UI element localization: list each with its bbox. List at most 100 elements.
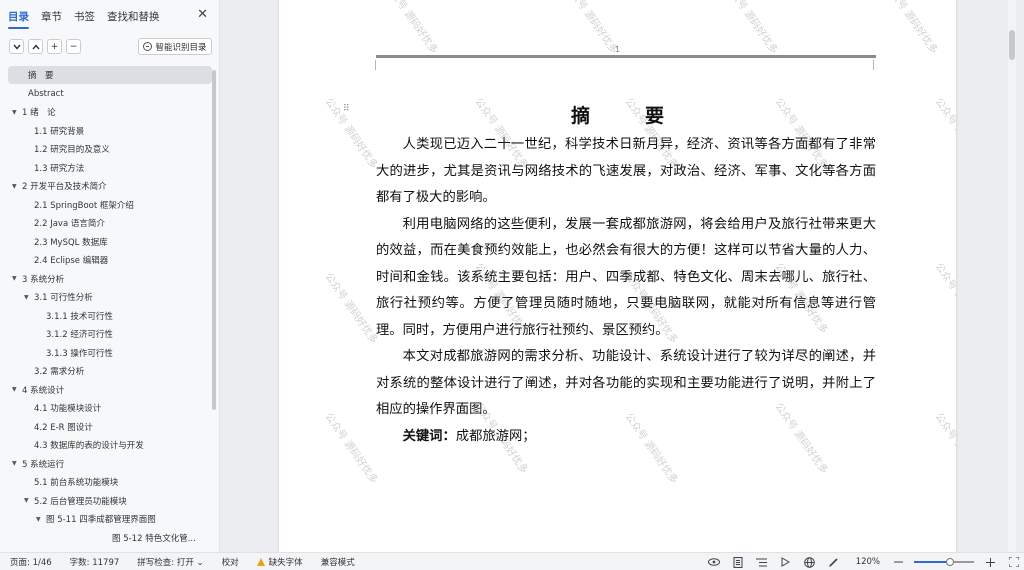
margin-corner-mark [375,60,385,70]
tab-find-replace[interactable]: 查找和替换 [107,9,160,24]
proofread-button[interactable]: 校对 [222,556,239,568]
expand-caret-icon[interactable]: ▼ [12,183,17,190]
toc-item-label: Abstract [28,88,64,99]
toc-item[interactable]: 5.1 前台系统功能模块 [0,473,210,491]
toc-item-label: 图 5-12 特色文化管... [112,533,196,544]
fullscreen-icon[interactable] [1008,556,1020,568]
toc-item-label: 4.1 功能模块设计 [34,404,102,414]
toc-item-label: 3.2 需求分析 [34,367,85,377]
toc-item[interactable]: 3.1.3 操作可行性 [0,344,210,362]
collapse-all-button[interactable] [9,39,24,54]
document-scrollbar[interactable] [1008,0,1016,552]
toc-item-label: 2.2 Java 语言简介 [34,219,105,229]
expand-caret-icon[interactable]: ▼ [36,516,41,523]
chevron-down-icon [12,44,21,50]
add-heading-button[interactable]: + [47,39,62,54]
toc-item[interactable]: 1.1 研究背景 [0,122,210,140]
status-bar: 页面: 1/46 字数: 11797 拼写检查: 打开 ⌄ 校对 缺失字体 兼容… [0,552,1024,570]
body-paragraph: 利用电脑网络的这些便利，发展一套成都旅游网，将会给用户及旅行社带来更大的效益，而… [376,216,876,338]
nav-tabs: 目录 章节 书签 查找和替换 [8,9,160,29]
toc-item[interactable]: 2.4 Eclipse 编辑器 [0,251,210,269]
toc-item-label: 4.2 E-R 图设计 [34,422,93,433]
zoom-slider-fill [914,561,950,563]
expand-caret-icon[interactable]: ▼ [12,109,17,116]
toc-item[interactable]: 图 5-12 特色文化管... [0,529,210,547]
toc-item-label: 1.2 研究目的及意义 [34,145,110,155]
tab-bookmarks[interactable]: 书签 [74,9,95,24]
zoom-slider[interactable] [914,558,974,566]
toc-item-label: 3.1.1 技术可行性 [46,311,113,322]
document-page[interactable]: 1 ⠿ 摘 要 人类现已迈入二十一世纪，科学技术日新月异，经济、资讯等各方面都有… [279,0,956,552]
page-view-icon[interactable] [732,556,744,568]
keywords-line: 关键词：成都旅游网； [376,424,876,451]
toc-item[interactable]: 2.2 Java 语言简介 [0,214,210,232]
zoom-slider-knob[interactable] [946,558,954,566]
pen-icon[interactable] [828,556,840,568]
page-indicator[interactable]: 页面: 1/46 [10,556,52,568]
toc-item[interactable]: 摘 要 [8,66,212,84]
toc-item[interactable]: 2.1 SpringBoot 框架介绍 [0,196,210,214]
outline-icon[interactable] [756,556,768,568]
toc-item[interactable]: ▼ 图 5-11 四季成都管理界面图 [0,510,210,528]
toc-list: 摘 要 Abstract ▼ 1 绪 论 1.1 研究背景 1.2 研究目的及意义 1.3 … [0,66,218,550]
expand-caret-icon[interactable]: ▼ [24,497,29,504]
expand-caret-icon[interactable]: ▼ [24,294,29,301]
toc-item[interactable]: 3.2 需求分析 [0,362,210,380]
toc-item[interactable]: 4.1 功能模块设计 [0,399,210,417]
toc-item-label: 摘 要 [28,71,54,81]
watermark-text: 公众号 源码好优多 [322,411,380,486]
toc-item[interactable]: ▼ 3 系统分析 [0,270,210,288]
toc-item[interactable]: Abstract [0,85,210,103]
zoom-in-icon[interactable] [984,556,996,568]
toc-item-label: 2.1 SpringBoot 框架介绍 [34,200,134,211]
toc-item[interactable]: 1.2 研究目的及意义 [0,140,210,158]
word-count[interactable]: 字数: 11797 [70,556,120,568]
toc-item-label: 3 系统分析 [22,274,65,285]
toc-item-label: 图 5-11 四季成都管理界面图 [46,515,156,525]
zoom-level[interactable]: 120% [856,557,880,567]
expand-caret-icon[interactable]: ▼ [12,386,17,393]
play-icon[interactable] [780,556,792,568]
expand-all-button[interactable] [28,39,43,54]
toc-item[interactable]: 4.3 数据库的表的设计与开发 [0,436,210,454]
expand-caret-icon[interactable]: ▼ [12,275,17,282]
eye-icon[interactable] [707,556,720,568]
margin-corner-mark [864,60,874,70]
toc-item[interactable]: ▼ 4 系统设计 [0,381,210,399]
toc-item-label: 5 系统运行 [22,459,65,470]
document-body: 人类现已迈入二十一世纪，科学技术日新月异，经济、资讯等各方面都有了非常大的进步，… [376,132,876,450]
close-pane-icon[interactable]: ✕ [197,7,208,22]
toc-item[interactable]: 3.1.1 技术可行性 [0,307,210,325]
toc-item[interactable]: 2.3 MySQL 数据库 [0,233,210,251]
expand-caret-icon[interactable]: ▼ [12,460,17,467]
toc-scrollbar[interactable] [212,70,216,410]
toc-item-label: 1 绪 论 [22,108,56,118]
compat-mode-label: 兼容模式 [320,557,355,568]
toc-item[interactable]: 4.2 E-R 图设计 [0,418,210,436]
zoom-out-icon[interactable] [892,556,904,568]
keywords-value: 成都旅游网； [455,428,536,444]
toc-item-label: 4.3 数据库的表的设计与开发 [34,441,144,451]
smart-toc-button[interactable]: 智能识别目录 [138,38,212,55]
toc-item[interactable]: ▼ 1 绪 论 [0,103,210,121]
toc-item-label: 2.3 MySQL 数据库 [34,237,108,248]
keywords-label: 关键词： [402,428,456,444]
tab-toc[interactable]: 目录 [8,9,29,29]
toc-item[interactable]: ▼ 5 系统运行 [0,455,210,473]
toc-item[interactable]: ▼ 5.2 后台管理员功能模块 [0,492,210,510]
toc-item[interactable]: 3.1.2 经济可行性 [0,325,210,343]
scrollbar-thumb[interactable] [1009,30,1015,60]
tab-sections[interactable]: 章节 [41,9,62,24]
web-icon[interactable] [804,556,816,568]
toc-item[interactable]: ▼ 2 开发平台及技术简介 [0,177,210,195]
remove-heading-button[interactable]: − [66,39,81,54]
body-paragraph: 人类现已迈入二十一世纪，科学技术日新月异，经济、资讯等各方面都有了非常大的进步，… [376,137,876,205]
document-title: 摘 要 [570,105,682,127]
toc-item[interactable]: 1.3 研究方法 [0,159,210,177]
toc-item[interactable]: ▼ 3.1 可行性分析 [0,288,210,306]
body-paragraph: 本文对成都旅游网的需求分析、功能设计、系统设计进行了较为详尽的阐述，并对系统的整… [376,349,876,417]
toc-item-label: 3.1.3 操作可行性 [46,348,113,359]
spell-check-toggle[interactable]: 拼写检查: 打开 ⌄ [137,556,203,568]
warning-icon [256,557,266,566]
missing-font-button[interactable]: 缺失字体 [256,556,303,568]
